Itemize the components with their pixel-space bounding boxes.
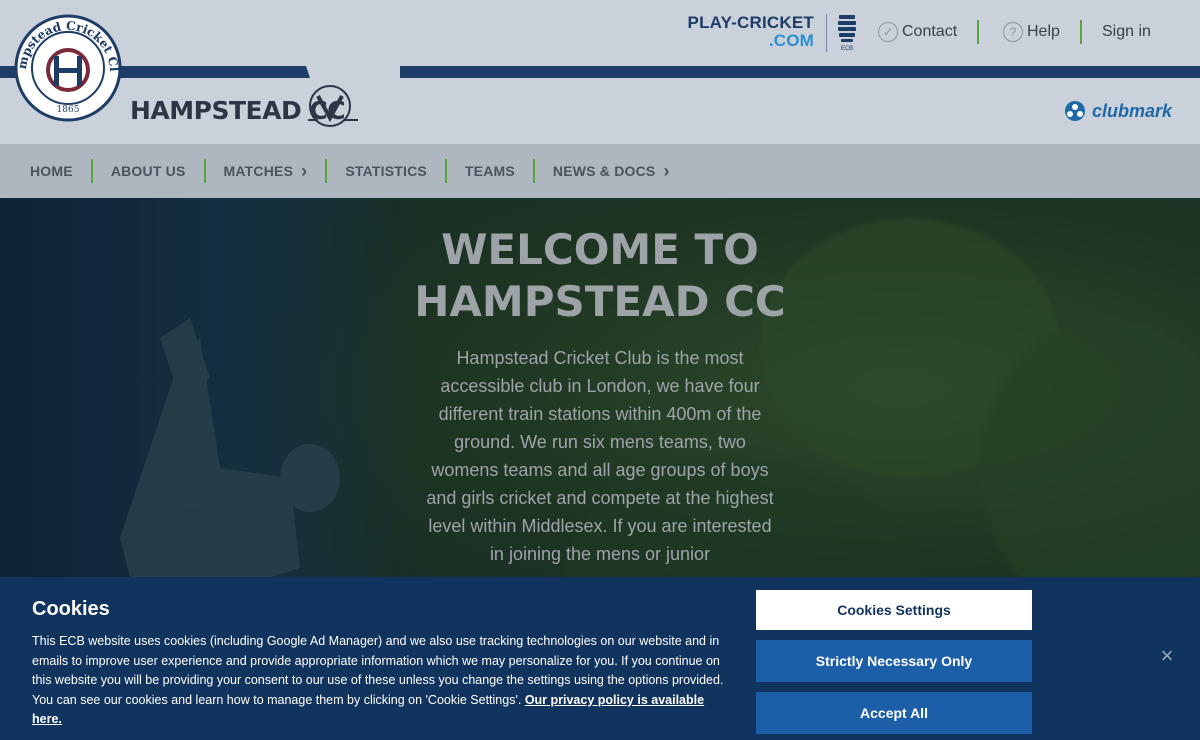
strictly-necessary-button[interactable]: Strictly Necessary Only [756, 640, 1032, 682]
header-stripe-right [400, 66, 1200, 78]
clubmark-logo[interactable]: clubmark [1064, 100, 1172, 122]
signin-label: Sign in [1102, 23, 1151, 40]
chevron-right-icon: › [301, 161, 308, 181]
main-nav: HOME ABOUT US MATCHES › STATISTICS TEAMS… [0, 144, 1200, 198]
contact-icon: ✓ [878, 22, 898, 42]
cookie-title: Cookies [32, 598, 110, 620]
nav-item-label: HOME [30, 163, 73, 179]
vitality-logo-icon [308, 85, 358, 127]
top-utility-bar: PLAY-CRICKET .COM ECB ✓ Contact ? Help S… [0, 0, 1200, 66]
play-cricket-logo-line2: .COM [768, 31, 814, 50]
contact-link[interactable]: ✓ Contact [878, 20, 957, 44]
nav-item-matches[interactable]: MATCHES › [206, 159, 326, 183]
nav-item-label: ABOUT US [110, 163, 186, 179]
chevron-right-icon: › [663, 161, 670, 181]
hero-title: WELCOME TO HAMPSTEAD CC [360, 224, 840, 328]
cricket-player-image [120, 318, 340, 618]
nav-item-statistics[interactable]: STATISTICS [327, 159, 445, 183]
nav-item-label: TEAMS [464, 163, 515, 179]
util-divider [1080, 20, 1082, 44]
accept-all-button[interactable]: Accept All [756, 692, 1032, 734]
nav-item-label: STATISTICS [345, 163, 427, 179]
ecb-label: ECB [841, 46, 853, 52]
hero-title-line2: HAMPSTEAD CC [414, 277, 786, 326]
nav-item-home[interactable]: HOME [12, 159, 91, 183]
crest-year: 1865 [57, 105, 80, 115]
signin-link[interactable]: Sign in [1102, 20, 1151, 44]
contact-label: Contact [902, 23, 958, 40]
close-icon[interactable]: × [1156, 645, 1178, 667]
play-cricket-logo[interactable]: PLAY-CRICKET .COM [682, 14, 814, 50]
logo-divider [826, 14, 827, 52]
help-icon: ? [1003, 22, 1023, 42]
ecb-logo-icon[interactable]: ECB [836, 12, 858, 52]
util-divider [977, 20, 979, 44]
clubmark-icon [1065, 101, 1085, 121]
nav-item-label: NEWS & DOCS [552, 163, 656, 179]
club-crest-icon[interactable]: Hampstead Cricket Club 1865 [14, 14, 122, 122]
cookie-banner: Cookies This ECB website uses cookies (i… [0, 577, 1200, 740]
cookie-description: This ECB website uses cookies (including… [32, 632, 732, 730]
play-cricket-logo-line1: PLAY-CRICKET [687, 13, 814, 32]
nav-item-about-us[interactable]: ABOUT US [93, 159, 204, 183]
clubmark-label: clubmark [1092, 100, 1173, 121]
help-label: Help [1027, 23, 1060, 40]
nav-item-label: MATCHES [223, 163, 294, 179]
cookie-settings-button[interactable]: Cookies Settings [756, 590, 1032, 630]
nav-item-news-docs[interactable]: NEWS & DOCS › [535, 159, 688, 183]
nav-item-teams[interactable]: TEAMS [447, 159, 533, 183]
hero-description: Hampstead Cricket Club is the most acces… [426, 348, 774, 564]
hero-title-line1: WELCOME TO [441, 225, 759, 274]
stripe-notch [296, 66, 416, 78]
help-link[interactable]: ? Help [1003, 20, 1060, 44]
